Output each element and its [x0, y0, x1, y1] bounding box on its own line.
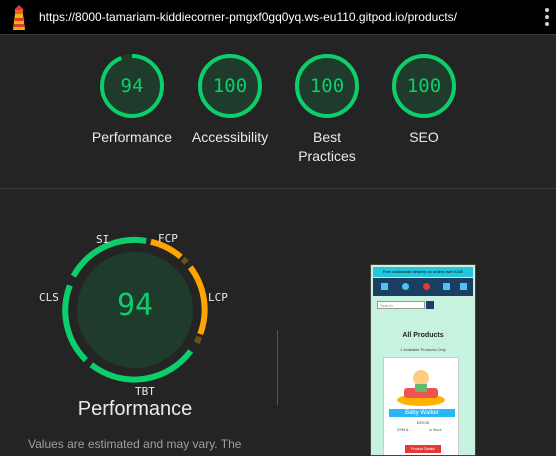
menu-icon	[381, 283, 388, 290]
accessibility-label: Accessibility	[191, 129, 269, 145]
lcp-segment-rest	[194, 335, 203, 345]
metric-fcp-label: FCP	[158, 232, 178, 245]
preview-category: GYM & ...	[397, 428, 413, 432]
preview-search-input: Search	[377, 301, 425, 309]
url-bar: https://8000-tamariam-kiddiecorner-pmgxf…	[0, 0, 556, 35]
lighthouse-icon	[9, 5, 29, 31]
heart-icon	[443, 283, 450, 290]
metric-lcp-label: LCP	[208, 291, 228, 304]
preview-search-button	[426, 301, 434, 309]
more-vert-icon[interactable]	[544, 8, 550, 28]
seo-score: 100	[406, 75, 442, 97]
metric-tbt-label: TBT	[135, 385, 155, 398]
best-practices-label: Best Practices	[298, 129, 356, 164]
logo-icon	[423, 283, 430, 290]
lcp-segment	[187, 265, 208, 336]
seo-label: SEO	[409, 129, 439, 145]
account-icon	[402, 283, 409, 290]
performance-label: Performance	[91, 129, 173, 145]
page-url[interactable]: https://8000-tamariam-kiddiecorner-pmgxf…	[39, 10, 457, 24]
page-screenshot-preview[interactable]: Free nationwide delivery on orders over …	[370, 264, 476, 456]
performance-score: 94	[120, 75, 144, 97]
accessibility-score: 100	[212, 75, 248, 97]
preview-stock: In Stock	[429, 428, 442, 432]
performance-score-large: 94	[116, 288, 154, 323]
cart-icon	[460, 283, 467, 290]
metric-si-label: SI	[96, 233, 110, 246]
metric-cls-label: CLS	[39, 291, 59, 304]
best-practices-score: 100	[309, 75, 345, 97]
preview-details-button: Product Details	[405, 445, 441, 453]
preview-product-name: Baby Walker	[389, 409, 455, 417]
vertical-divider	[277, 330, 278, 405]
performance-title: Performance	[77, 398, 193, 420]
estimate-note: Values are estimated and may vary. The	[28, 437, 242, 451]
preview-navbar	[373, 278, 473, 296]
fcp-segment-rest	[180, 256, 189, 265]
preview-product-card	[383, 357, 459, 455]
preview-price: £29.00	[416, 420, 430, 425]
preview-banner: Free nationwide delivery on orders over …	[373, 267, 473, 277]
performance-gauge-large: 94	[55, 230, 215, 390]
preview-page-title: All Products	[402, 332, 444, 339]
section-divider	[0, 188, 556, 189]
preview-subtitle: 1 Available Products Only	[400, 347, 446, 352]
